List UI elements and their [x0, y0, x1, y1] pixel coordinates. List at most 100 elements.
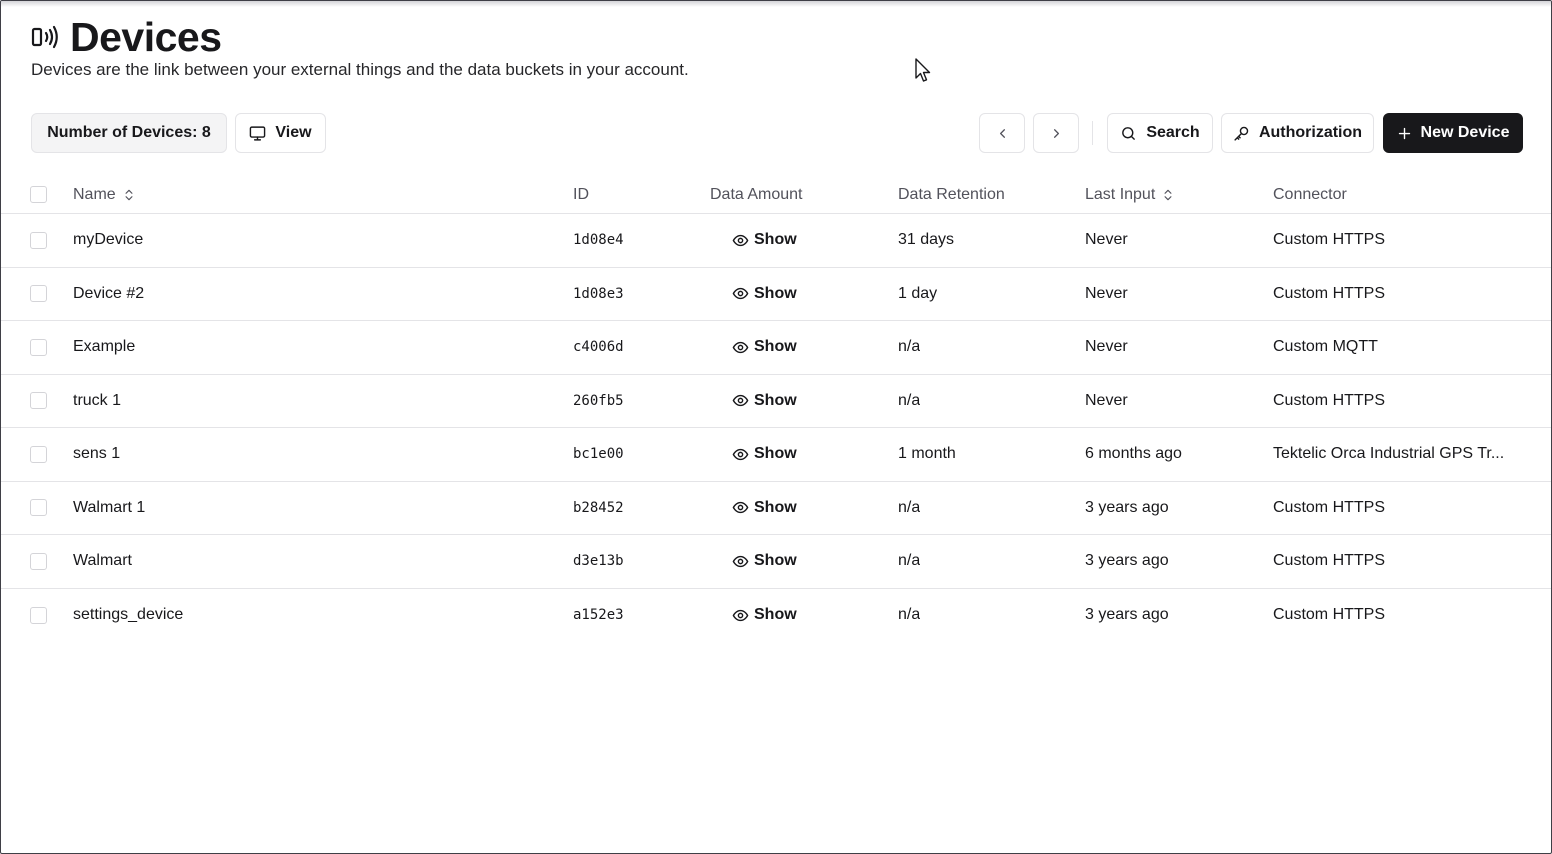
row-checkbox[interactable] [30, 285, 47, 303]
last-input: 3 years ago [1085, 552, 1169, 570]
device-id: 260fb5 [573, 392, 624, 409]
top-shadow [1, 1, 1551, 7]
show-data-button[interactable]: Show [732, 285, 797, 303]
eye-icon [732, 234, 749, 246]
show-data-button[interactable]: Show [732, 338, 797, 356]
device-id: b28452 [573, 499, 624, 516]
device-id: 1d08e4 [573, 232, 624, 249]
eye-icon [732, 609, 749, 621]
view-button[interactable]: View [235, 113, 326, 153]
eye-icon [732, 555, 749, 567]
row-checkbox[interactable] [30, 231, 47, 249]
toolbar-divider [1092, 121, 1093, 145]
device-signal-icon [31, 25, 58, 49]
table-header: Name ID Data Amount Data Retention Last … [1, 176, 1551, 214]
eye-icon [732, 288, 749, 300]
sort-icon [125, 189, 133, 200]
row-checkbox[interactable] [30, 392, 47, 410]
row-checkbox[interactable] [30, 499, 47, 517]
column-header-last-input[interactable]: Last Input [1085, 186, 1175, 204]
show-data-button[interactable]: Show [732, 392, 797, 410]
table-row[interactable]: myDevice 1d08e4 Show 31 days Never Custo… [1, 214, 1551, 268]
device-id: a152e3 [573, 607, 624, 624]
device-name[interactable]: sens 1 [73, 445, 120, 463]
column-last-input-label: Last Input [1085, 185, 1156, 203]
search-button[interactable]: Search [1107, 113, 1213, 153]
row-checkbox[interactable] [30, 445, 47, 463]
device-id: 1d08e3 [573, 285, 624, 302]
show-data-button[interactable]: Show [732, 606, 797, 624]
connector: Tektelic Orca Industrial GPS Tr... [1273, 445, 1505, 463]
title-row: Devices [31, 15, 689, 59]
toolbar: Number of Devices: 8 View Search Authori… [31, 113, 1523, 153]
connector: Custom HTTPS [1273, 498, 1386, 516]
show-label: Show [754, 391, 797, 409]
new-device-label: New Device [1420, 124, 1510, 141]
show-data-button[interactable]: Show [732, 499, 797, 517]
app-window: Devices Devices are the link between you… [0, 0, 1552, 854]
show-label: Show [754, 606, 797, 624]
last-input: Never [1085, 231, 1128, 249]
select-all-checkbox[interactable] [30, 186, 47, 203]
data-retention: n/a [898, 338, 921, 356]
previous-page-button[interactable] [979, 113, 1025, 153]
show-data-button[interactable]: Show [732, 231, 797, 249]
next-page-button[interactable] [1033, 113, 1079, 153]
view-label: View [275, 124, 312, 141]
eye-icon [732, 395, 749, 407]
new-device-button[interactable]: New Device [1383, 113, 1523, 153]
show-label: Show [754, 445, 797, 463]
authorization-label: Authorization [1258, 124, 1363, 141]
connector: Custom HTTPS [1273, 284, 1386, 302]
key-icon [1234, 126, 1249, 141]
table-row[interactable]: sens 1 bc1e00 Show 1 month 6 months ago … [1, 428, 1551, 482]
page-title: Devices [70, 14, 222, 60]
data-retention: 1 day [898, 284, 938, 302]
connector: Custom MQTT [1273, 338, 1378, 356]
sort-icon [1164, 189, 1172, 200]
show-data-button[interactable]: Show [732, 552, 797, 570]
row-checkbox[interactable] [30, 552, 47, 570]
column-header-connector: Connector [1273, 185, 1347, 203]
data-retention: 31 days [898, 231, 955, 249]
table-row[interactable]: Walmart 1 b28452 Show n/a 3 years ago Cu… [1, 482, 1551, 535]
device-name[interactable]: truck 1 [73, 392, 121, 410]
mouse-cursor-icon [915, 58, 931, 82]
table-row[interactable]: truck 1 260fb5 Show n/a Never Custom HTT… [1, 375, 1551, 428]
row-checkbox[interactable] [30, 606, 47, 624]
last-input: 6 months ago [1085, 445, 1182, 463]
device-name[interactable]: Example [73, 338, 135, 356]
devices-table: Name ID Data Amount Data Retention Last … [1, 176, 1551, 643]
device-name[interactable]: Walmart 1 [73, 499, 145, 517]
chevron-right-icon [1053, 128, 1059, 138]
show-label: Show [754, 498, 797, 516]
table-row[interactable]: Walmart d3e13b Show n/a 3 years ago Cust… [1, 535, 1551, 589]
column-header-data-amount: Data Amount [710, 185, 803, 203]
eye-icon [732, 341, 749, 353]
device-name[interactable]: myDevice [73, 231, 143, 249]
show-label: Show [754, 231, 797, 249]
device-name[interactable]: settings_device [73, 606, 183, 624]
last-input: Never [1085, 284, 1128, 302]
table-row[interactable]: Device #2 1d08e3 Show 1 day Never Custom… [1, 268, 1551, 321]
data-retention: n/a [898, 391, 921, 409]
search-icon [1122, 126, 1136, 140]
show-data-button[interactable]: Show [732, 445, 797, 463]
row-checkbox[interactable] [30, 338, 47, 356]
monitor-icon [250, 125, 266, 141]
table-row[interactable]: Example c4006d Show n/a Never Custom MQT… [1, 321, 1551, 375]
data-retention: 1 month [898, 445, 956, 463]
device-count-button[interactable]: Number of Devices: 8 [31, 113, 227, 153]
show-label: Show [754, 552, 797, 570]
table-row[interactable]: settings_device a152e3 Show n/a 3 years … [1, 589, 1551, 643]
show-label: Show [754, 284, 797, 302]
last-input: Never [1085, 391, 1128, 409]
plus-icon [1398, 127, 1410, 139]
column-header-name[interactable]: Name [73, 186, 136, 204]
authorization-button[interactable]: Authorization [1221, 113, 1374, 153]
device-name[interactable]: Walmart [73, 552, 132, 570]
eye-icon [732, 502, 749, 514]
connector: Custom HTTPS [1273, 552, 1386, 570]
last-input: 3 years ago [1085, 606, 1169, 624]
device-name[interactable]: Device #2 [73, 285, 144, 303]
